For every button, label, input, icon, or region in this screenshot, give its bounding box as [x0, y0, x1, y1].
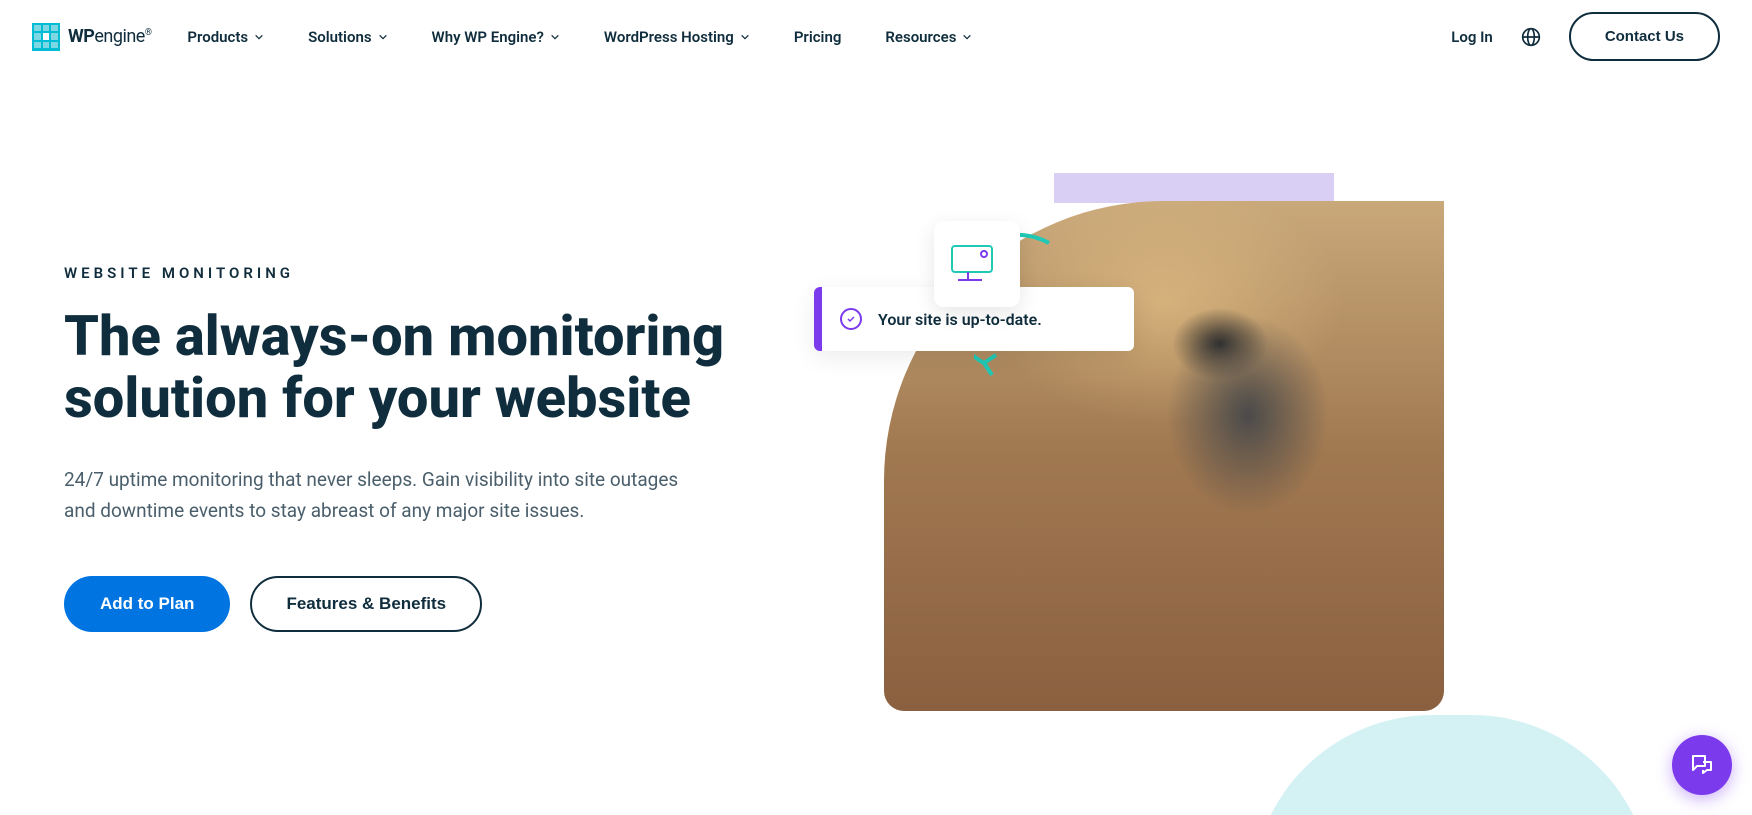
login-link[interactable]: Log In [1451, 28, 1493, 46]
hero-headline: The always-on monitoring solution for yo… [64, 306, 784, 429]
site-header: WPengine® Products Solutions Why WP Engi… [0, 0, 1752, 73]
chevron-down-icon [740, 32, 750, 42]
logo-text: WPengine® [68, 26, 151, 47]
chevron-down-icon [254, 32, 264, 42]
contact-button[interactable]: Contact Us [1569, 12, 1720, 61]
nav-label: Products [187, 28, 248, 46]
features-button[interactable]: Features & Benefits [250, 576, 482, 632]
nav-label: WordPress Hosting [604, 28, 734, 46]
chevron-down-icon [378, 32, 388, 42]
nav-label: Pricing [794, 28, 842, 46]
camera-icon [950, 244, 1004, 284]
logo-link[interactable]: WPengine® [32, 23, 151, 51]
nav-pricing[interactable]: Pricing [794, 28, 842, 46]
hero-image-container: Your site is up-to-date. [824, 173, 1444, 723]
nav-hosting[interactable]: WordPress Hosting [604, 28, 750, 46]
header-right: Log In Contact Us [1451, 12, 1720, 61]
nav-why[interactable]: Why WP Engine? [432, 28, 560, 46]
globe-icon[interactable] [1521, 27, 1541, 47]
main-nav: Products Solutions Why WP Engine? WordPr… [187, 28, 1443, 46]
decorative-lavender-box [1054, 173, 1334, 203]
chevron-down-icon [962, 32, 972, 42]
nav-label: Why WP Engine? [432, 28, 544, 46]
nav-label: Solutions [308, 28, 371, 46]
status-text: Your site is up-to-date. [878, 310, 1042, 329]
cta-row: Add to Plan Features & Benefits [64, 576, 784, 632]
add-to-plan-button[interactable]: Add to Plan [64, 576, 230, 632]
nav-products[interactable]: Products [187, 28, 264, 46]
login-label: Log In [1451, 28, 1493, 46]
hero-section: WEBSITE MONITORING The always-on monitor… [32, 173, 1720, 723]
nav-label: Resources [885, 28, 956, 46]
nav-solutions[interactable]: Solutions [308, 28, 387, 46]
eyebrow-text: WEBSITE MONITORING [64, 264, 784, 282]
chat-icon [1689, 752, 1715, 778]
nav-resources[interactable]: Resources [885, 28, 972, 46]
hero-subhead: 24/7 uptime monitoring that never sleeps… [64, 465, 704, 526]
hero-content: WEBSITE MONITORING The always-on monitor… [64, 264, 784, 632]
chevron-down-icon [550, 32, 560, 42]
check-circle-icon [840, 308, 862, 330]
chat-button[interactable] [1672, 735, 1732, 795]
decorative-teal-blob [1252, 715, 1652, 815]
logo-mark-icon [32, 23, 60, 51]
camera-card [934, 221, 1020, 307]
